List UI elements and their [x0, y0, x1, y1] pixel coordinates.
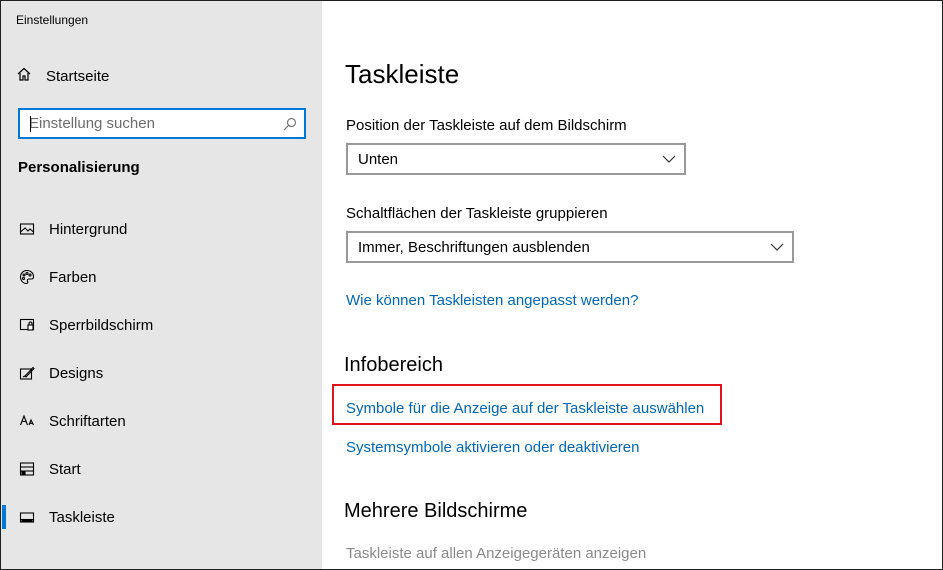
- settings-window: Einstellungen Startseite Personalisierun…: [0, 0, 943, 570]
- sidebar-item-farben[interactable]: Farben: [1, 253, 322, 301]
- sidebar-item-label: Taskleiste: [49, 508, 115, 526]
- app-title: Einstellungen: [16, 13, 89, 27]
- picture-icon: [18, 220, 36, 238]
- sidebar: Einstellungen Startseite Personalisierun…: [1, 1, 322, 569]
- sidebar-item-taskleiste[interactable]: Taskleiste: [1, 493, 322, 541]
- search-input[interactable]: [20, 110, 260, 137]
- main-content: Taskleiste Position der Taskleiste auf d…: [322, 1, 942, 569]
- sidebar-item-label: Farben: [49, 268, 97, 286]
- sidebar-item-sperrbildschirm[interactable]: Sperrbildschirm: [1, 301, 322, 349]
- sidebar-item-designs[interactable]: Designs: [1, 349, 322, 397]
- multi-display-heading: Mehrere Bildschirme: [344, 500, 528, 522]
- system-icons-link[interactable]: Systemsymbole aktivieren oder deaktivier…: [346, 439, 639, 456]
- chevron-down-icon: [662, 155, 676, 163]
- sidebar-home[interactable]: Startseite: [16, 65, 109, 87]
- lock-screen-icon: [18, 316, 36, 334]
- sidebar-item-label: Designs: [49, 364, 104, 382]
- home-icon: [16, 66, 32, 86]
- position-dropdown[interactable]: Unten: [346, 143, 686, 175]
- start-icon: [18, 460, 36, 478]
- nav-list: Hintergrund Farben Sperrbildschirm Desig…: [1, 205, 322, 541]
- sidebar-item-hintergrund[interactable]: Hintergrund: [1, 205, 322, 253]
- highlight-annotation: [332, 384, 722, 425]
- sidebar-item-label: Start: [49, 460, 81, 478]
- sidebar-item-label: Schriftarten: [49, 412, 126, 430]
- help-link[interactable]: Wie können Taskleisten angepasst werden?: [346, 292, 638, 309]
- brush-icon: [18, 364, 36, 382]
- section-label: Personalisierung: [18, 159, 140, 176]
- sidebar-item-schriftarten[interactable]: Schriftarten: [1, 397, 322, 445]
- text-caret: [30, 116, 31, 132]
- sidebar-item-label: Hintergrund: [49, 220, 128, 238]
- sidebar-item-start[interactable]: Start: [1, 445, 322, 493]
- taskbar-icon: [18, 508, 36, 526]
- grouping-label: Schaltflächen der Taskleiste gruppieren: [346, 205, 608, 222]
- font-icon: [18, 412, 36, 430]
- grouping-dropdown-value: Immer, Beschriftungen ausblenden: [358, 238, 590, 256]
- sidebar-home-label: Startseite: [46, 67, 110, 85]
- sidebar-item-label: Sperrbildschirm: [49, 316, 154, 334]
- grouping-dropdown[interactable]: Immer, Beschriftungen ausblenden: [346, 231, 794, 263]
- position-dropdown-value: Unten: [358, 150, 399, 168]
- chevron-down-icon: [770, 243, 784, 251]
- search-box[interactable]: [18, 108, 306, 139]
- position-label: Position der Taskleiste auf dem Bildschi…: [346, 117, 627, 134]
- show-taskbar-all-displays-label: Taskleiste auf allen Anzeigegeräten anze…: [346, 545, 647, 562]
- infobereich-heading: Infobereich: [344, 354, 443, 376]
- search-icon[interactable]: [282, 116, 298, 132]
- palette-icon: [18, 268, 36, 286]
- page-title: Taskleiste: [345, 59, 460, 89]
